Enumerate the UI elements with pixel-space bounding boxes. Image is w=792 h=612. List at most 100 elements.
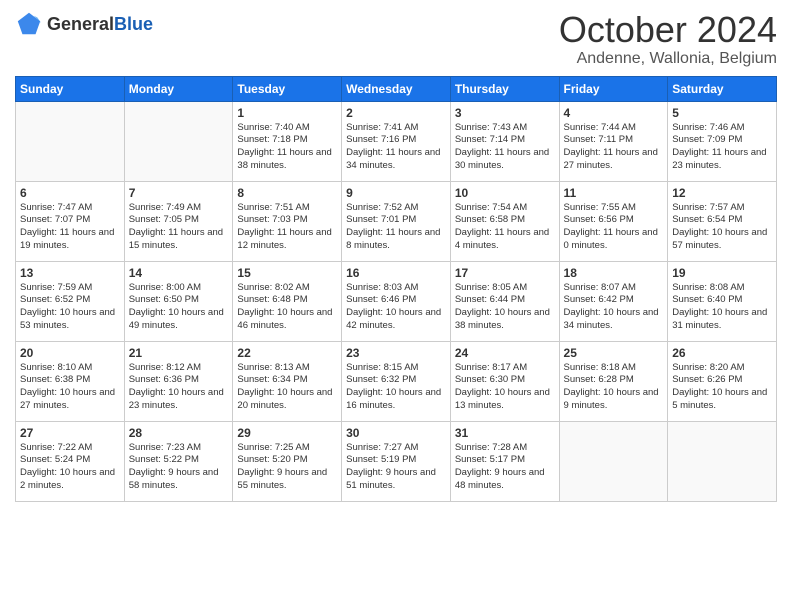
calendar-cell: 5 Sunrise: 7:46 AM Sunset: 7:09 PM Daylig… [668, 101, 777, 181]
cell-info: Sunrise: 7:59 AM Sunset: 6:52 PM Dayligh… [20, 282, 120, 333]
calendar-cell: 25 Sunrise: 8:18 AM Sunset: 6:28 PM Dayli… [559, 341, 668, 421]
cell-info: Sunrise: 8:10 AM Sunset: 6:38 PM Dayligh… [20, 362, 120, 413]
calendar-cell: 27 Sunrise: 7:22 AM Sunset: 5:24 PM Dayli… [16, 421, 125, 501]
cell-info: Sunrise: 7:51 AM Sunset: 7:03 PM Dayligh… [237, 202, 337, 253]
title-block: October 2024 Andenne, Wallonia, Belgium [559, 10, 777, 68]
day-number: 27 [20, 426, 120, 440]
cell-info: Sunrise: 7:57 AM Sunset: 6:54 PM Dayligh… [672, 202, 772, 253]
cell-info: Sunrise: 8:00 AM Sunset: 6:50 PM Dayligh… [129, 282, 229, 333]
cell-info: Sunrise: 7:25 AM Sunset: 5:20 PM Dayligh… [237, 442, 337, 493]
calendar-cell: 8 Sunrise: 7:51 AM Sunset: 7:03 PM Daylig… [233, 181, 342, 261]
calendar-cell: 20 Sunrise: 8:10 AM Sunset: 6:38 PM Dayli… [16, 341, 125, 421]
cell-info: Sunrise: 7:28 AM Sunset: 5:17 PM Dayligh… [455, 442, 555, 493]
cell-info: Sunrise: 7:22 AM Sunset: 5:24 PM Dayligh… [20, 442, 120, 493]
calendar-cell: 1Sunrise: 7:40 AM Sunset: 7:18 PM Daylig… [233, 101, 342, 181]
day-number: 1 [237, 106, 337, 120]
calendar-cell: 10 Sunrise: 7:54 AM Sunset: 6:58 PM Dayli… [450, 181, 559, 261]
calendar-cell: 16 Sunrise: 8:03 AM Sunset: 6:46 PM Dayli… [342, 261, 451, 341]
day-number: 29 [237, 426, 337, 440]
logo-blue: Blue [114, 14, 153, 34]
calendar-cell: 9 Sunrise: 7:52 AM Sunset: 7:01 PM Daylig… [342, 181, 451, 261]
day-number: 10 [455, 186, 555, 200]
calendar-cell: 12 Sunrise: 7:57 AM Sunset: 6:54 PM Dayli… [668, 181, 777, 261]
cell-info: Sunrise: 8:02 AM Sunset: 6:48 PM Dayligh… [237, 282, 337, 333]
day-number: 7 [129, 186, 229, 200]
cell-info: Sunrise: 8:08 AM Sunset: 6:40 PM Dayligh… [672, 282, 772, 333]
week-row-4: 20 Sunrise: 8:10 AM Sunset: 6:38 PM Dayli… [16, 341, 777, 421]
day-number: 30 [346, 426, 446, 440]
cell-info: Sunrise: 8:17 AM Sunset: 6:30 PM Dayligh… [455, 362, 555, 413]
calendar-cell: 21Sunrise: 8:12 AM Sunset: 6:36 PM Dayli… [124, 341, 233, 421]
calendar-cell: 28Sunrise: 7:23 AM Sunset: 5:22 PM Dayli… [124, 421, 233, 501]
calendar-cell: 17 Sunrise: 8:05 AM Sunset: 6:44 PM Dayli… [450, 261, 559, 341]
logo-general: General [47, 14, 114, 34]
cell-info: Sunrise: 7:27 AM Sunset: 5:19 PM Dayligh… [346, 442, 446, 493]
day-number: 17 [455, 266, 555, 280]
day-number: 21 [129, 346, 229, 360]
weekday-header-sunday: Sunday [16, 76, 125, 101]
weekday-header-wednesday: Wednesday [342, 76, 451, 101]
week-row-5: 27 Sunrise: 7:22 AM Sunset: 5:24 PM Dayli… [16, 421, 777, 501]
day-number: 12 [672, 186, 772, 200]
day-number: 23 [346, 346, 446, 360]
calendar-cell: 7 Sunrise: 7:49 AM Sunset: 7:05 PM Daylig… [124, 181, 233, 261]
day-number: 3 [455, 106, 555, 120]
cell-info: Sunrise: 7:43 AM Sunset: 7:14 PM Dayligh… [455, 122, 555, 173]
day-number: 15 [237, 266, 337, 280]
calendar-cell: 30 Sunrise: 7:27 AM Sunset: 5:19 PM Dayli… [342, 421, 451, 501]
calendar-table: SundayMondayTuesdayWednesdayThursdayFrid… [15, 76, 777, 502]
page: GeneralBlue October 2024 Andenne, Wallon… [0, 0, 792, 612]
calendar-cell: 13 Sunrise: 7:59 AM Sunset: 6:52 PM Dayli… [16, 261, 125, 341]
day-number: 22 [237, 346, 337, 360]
cell-info: Sunrise: 8:13 AM Sunset: 6:34 PM Dayligh… [237, 362, 337, 413]
cell-info: Sunrise: 7:44 AM Sunset: 7:11 PM Dayligh… [564, 122, 664, 173]
day-number: 20 [20, 346, 120, 360]
calendar-cell: 15 Sunrise: 8:02 AM Sunset: 6:48 PM Dayli… [233, 261, 342, 341]
cell-info: Sunrise: 7:52 AM Sunset: 7:01 PM Dayligh… [346, 202, 446, 253]
weekday-header-monday: Monday [124, 76, 233, 101]
calendar-cell: 11Sunrise: 7:55 AM Sunset: 6:56 PM Dayli… [559, 181, 668, 261]
weekday-header-friday: Friday [559, 76, 668, 101]
cell-info: Sunrise: 8:03 AM Sunset: 6:46 PM Dayligh… [346, 282, 446, 333]
calendar-cell: 22 Sunrise: 8:13 AM Sunset: 6:34 PM Dayli… [233, 341, 342, 421]
cell-info: Sunrise: 7:49 AM Sunset: 7:05 PM Dayligh… [129, 202, 229, 253]
day-number: 16 [346, 266, 446, 280]
calendar-cell [124, 101, 233, 181]
day-number: 8 [237, 186, 337, 200]
day-number: 19 [672, 266, 772, 280]
calendar-cell: 2Sunrise: 7:41 AM Sunset: 7:16 PM Daylig… [342, 101, 451, 181]
cell-info: Sunrise: 7:23 AM Sunset: 5:22 PM Dayligh… [129, 442, 229, 493]
day-number: 25 [564, 346, 664, 360]
calendar-cell: 6 Sunrise: 7:47 AM Sunset: 7:07 PM Daylig… [16, 181, 125, 261]
calendar-cell: 31Sunrise: 7:28 AM Sunset: 5:17 PM Dayli… [450, 421, 559, 501]
day-number: 13 [20, 266, 120, 280]
cell-info: Sunrise: 7:54 AM Sunset: 6:58 PM Dayligh… [455, 202, 555, 253]
header: GeneralBlue October 2024 Andenne, Wallon… [15, 10, 777, 68]
week-row-2: 6 Sunrise: 7:47 AM Sunset: 7:07 PM Daylig… [16, 181, 777, 261]
title-month-year: October 2024 [559, 10, 777, 50]
day-number: 5 [672, 106, 772, 120]
logo: GeneralBlue [15, 10, 153, 38]
week-row-3: 13 Sunrise: 7:59 AM Sunset: 6:52 PM Dayli… [16, 261, 777, 341]
cell-info: Sunrise: 7:55 AM Sunset: 6:56 PM Dayligh… [564, 202, 664, 253]
day-number: 9 [346, 186, 446, 200]
day-number: 24 [455, 346, 555, 360]
calendar-cell [668, 421, 777, 501]
cell-info: Sunrise: 7:46 AM Sunset: 7:09 PM Dayligh… [672, 122, 772, 173]
weekday-header-tuesday: Tuesday [233, 76, 342, 101]
cell-info: Sunrise: 7:41 AM Sunset: 7:16 PM Dayligh… [346, 122, 446, 173]
cell-info: Sunrise: 7:47 AM Sunset: 7:07 PM Dayligh… [20, 202, 120, 253]
week-row-1: 1Sunrise: 7:40 AM Sunset: 7:18 PM Daylig… [16, 101, 777, 181]
cell-info: Sunrise: 8:18 AM Sunset: 6:28 PM Dayligh… [564, 362, 664, 413]
day-number: 18 [564, 266, 664, 280]
calendar-cell: 4Sunrise: 7:44 AM Sunset: 7:11 PM Daylig… [559, 101, 668, 181]
day-number: 26 [672, 346, 772, 360]
calendar-cell: 24 Sunrise: 8:17 AM Sunset: 6:30 PM Dayli… [450, 341, 559, 421]
calendar-cell [16, 101, 125, 181]
calendar-cell: 14Sunrise: 8:00 AM Sunset: 6:50 PM Dayli… [124, 261, 233, 341]
weekday-header-saturday: Saturday [668, 76, 777, 101]
weekday-header-thursday: Thursday [450, 76, 559, 101]
title-location: Andenne, Wallonia, Belgium [559, 50, 777, 68]
cell-info: Sunrise: 8:05 AM Sunset: 6:44 PM Dayligh… [455, 282, 555, 333]
day-number: 6 [20, 186, 120, 200]
